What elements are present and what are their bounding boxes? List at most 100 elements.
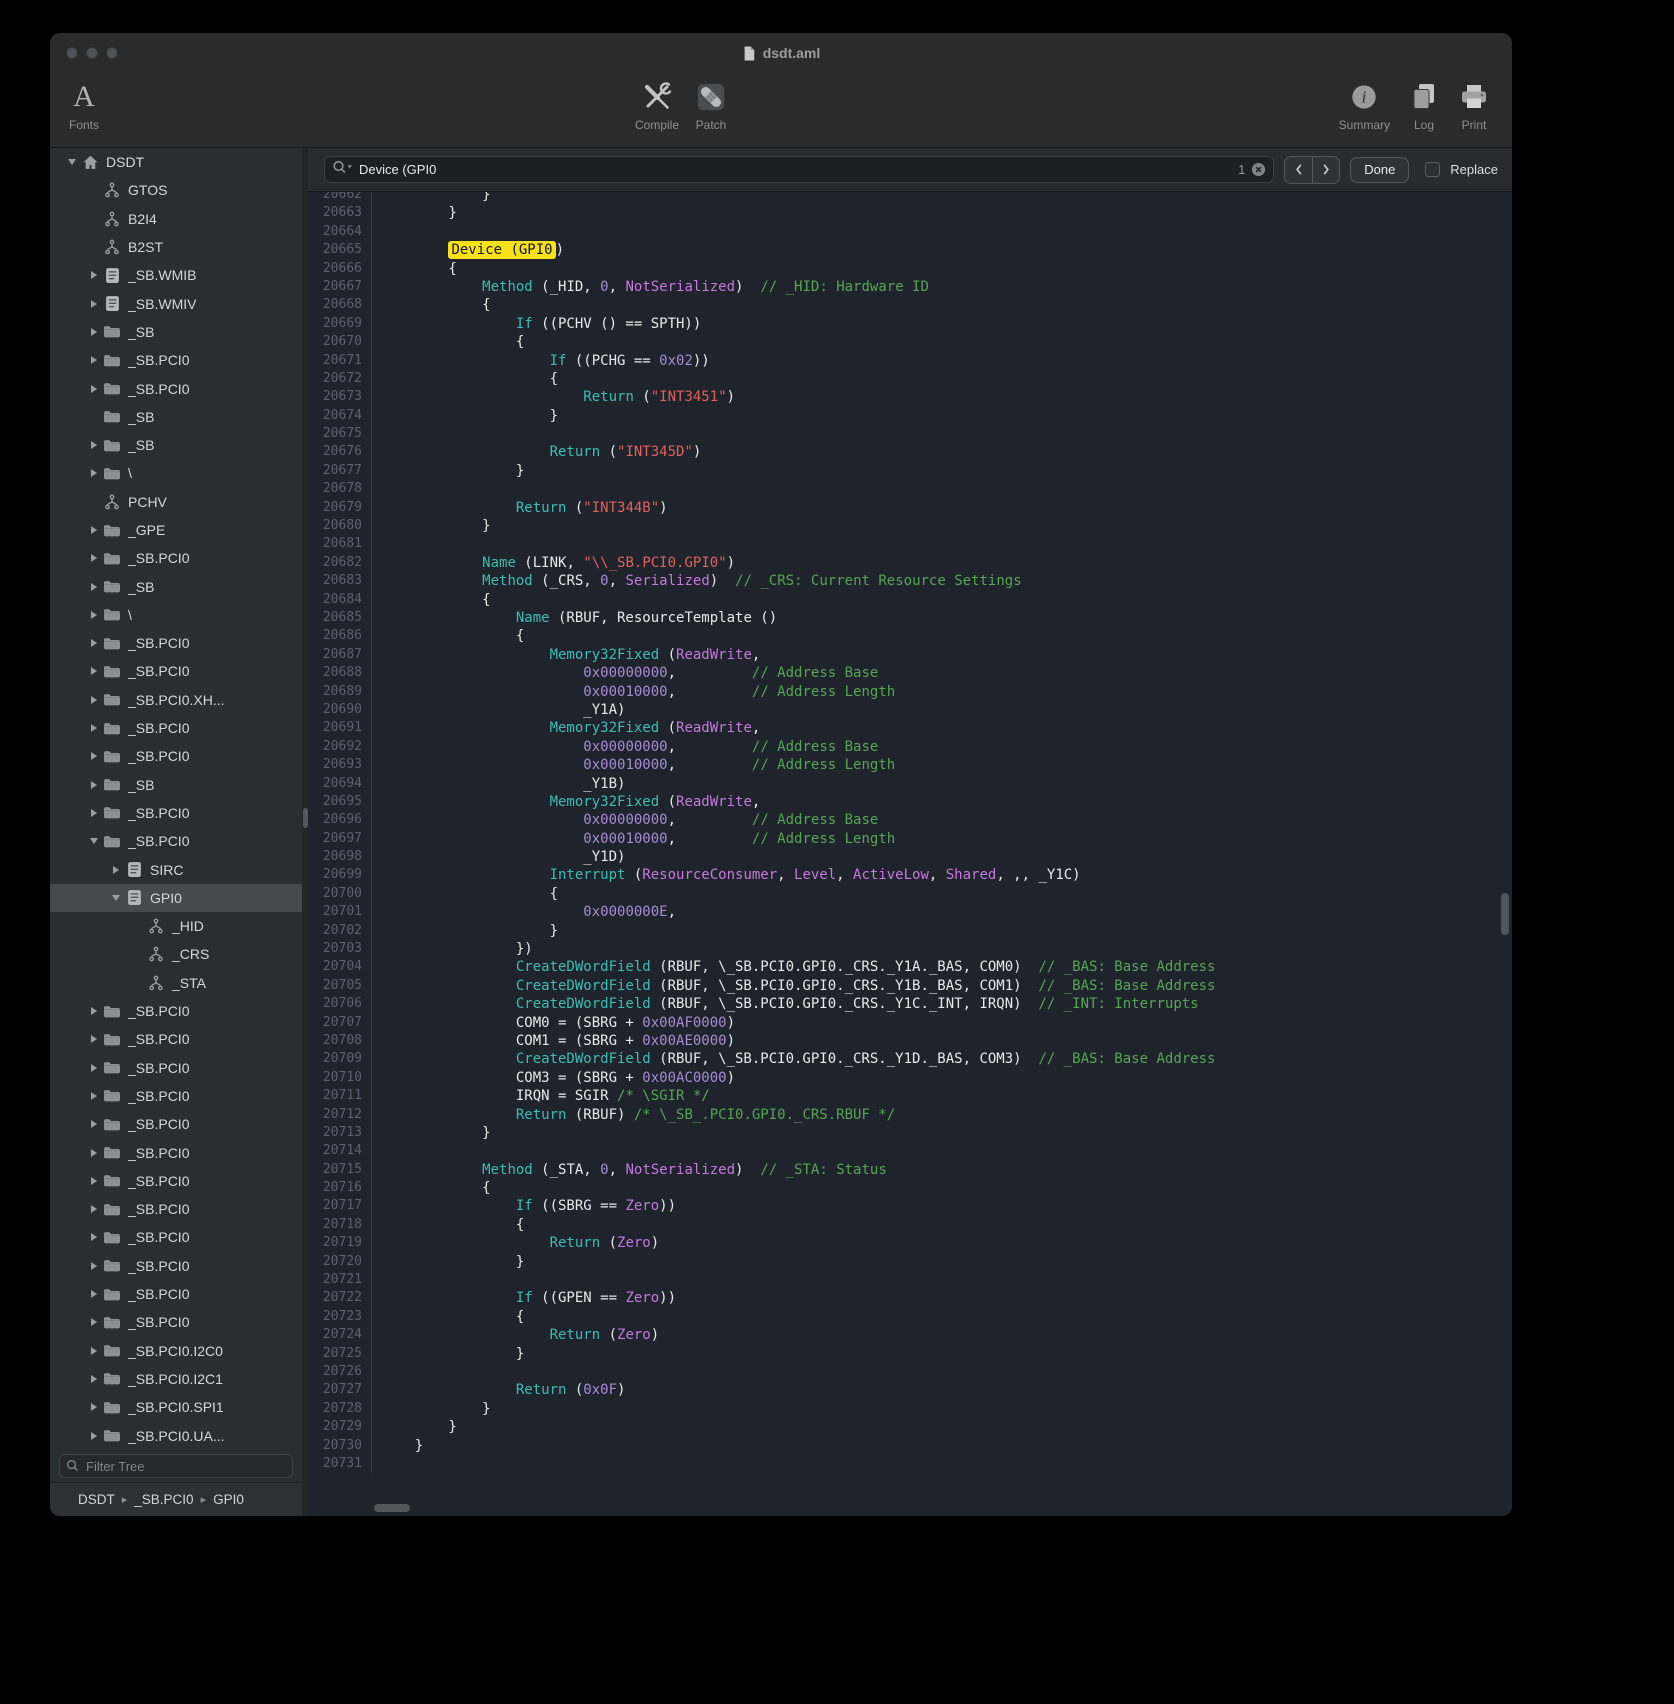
- sidebar-item-b2i4[interactable]: B2I4: [50, 205, 302, 233]
- chevron-right-icon[interactable]: [86, 583, 102, 591]
- sidebar-item-sirc[interactable]: SIRC: [50, 855, 302, 883]
- sidebar-item-sb-wmib[interactable]: _SB.WMIB: [50, 261, 302, 289]
- sidebar-item-crs[interactable]: _CRS: [50, 940, 302, 968]
- chevron-right-icon[interactable]: [86, 1064, 102, 1072]
- code-line[interactable]: 20705 CreateDWordField (RBUF, \_SB.PCI0.…: [308, 977, 1512, 995]
- code-line[interactable]: 20712 Return (RBUF) /* \_SB_.PCI0.GPI0._…: [308, 1106, 1512, 1124]
- code-line[interactable]: 20670 {: [308, 333, 1512, 351]
- sidebar-item-sb-pci0[interactable]: _SB.PCI0: [50, 714, 302, 742]
- chevron-right-icon[interactable]: [86, 1177, 102, 1185]
- code-line[interactable]: 20684 {: [308, 591, 1512, 609]
- log-button[interactable]: Log: [1408, 77, 1440, 132]
- find-input[interactable]: [359, 162, 1232, 177]
- code-line[interactable]: 20715 Method (_STA, 0, NotSerialized) //…: [308, 1161, 1512, 1179]
- find-previous-button[interactable]: [1285, 157, 1312, 183]
- code-line[interactable]: 20730 }: [308, 1437, 1512, 1455]
- chevron-right-icon[interactable]: [86, 441, 102, 449]
- sidebar-item-sb-pci0-ua[interactable]: _SB.PCI0.UA...: [50, 1421, 302, 1449]
- code-line[interactable]: 20691 Memory32Fixed (ReadWrite,: [308, 719, 1512, 737]
- chevron-right-icon[interactable]: [86, 639, 102, 647]
- chevron-right-icon[interactable]: [86, 1092, 102, 1100]
- code-line[interactable]: 20702 }: [308, 922, 1512, 940]
- sidebar-item-root[interactable]: \: [50, 459, 302, 487]
- code-line[interactable]: 20665 Device (GPI0): [308, 241, 1512, 259]
- code-line[interactable]: 20722 If ((GPEN == Zero)): [308, 1289, 1512, 1307]
- code-line[interactable]: 20677 }: [308, 462, 1512, 480]
- code-line[interactable]: 20696 0x00000000, // Address Base: [308, 811, 1512, 829]
- chevron-right-icon[interactable]: [86, 1347, 102, 1355]
- sidebar-item-sb[interactable]: _SB: [50, 403, 302, 431]
- chevron-down-icon[interactable]: [108, 895, 124, 901]
- code-line[interactable]: 20686 {: [308, 627, 1512, 645]
- code-line[interactable]: 20716 {: [308, 1179, 1512, 1197]
- code-line[interactable]: 20695 Memory32Fixed (ReadWrite,: [308, 793, 1512, 811]
- code-line[interactable]: 20667 Method (_HID, 0, NotSerialized) //…: [308, 278, 1512, 296]
- sidebar-item-sb-pci0-spi1[interactable]: _SB.PCI0.SPI1: [50, 1393, 302, 1421]
- sidebar-item-root[interactable]: \: [50, 601, 302, 629]
- sidebar-item-sb-pci0[interactable]: _SB.PCI0: [50, 1167, 302, 1195]
- chevron-right-icon[interactable]: [86, 1007, 102, 1015]
- sidebar-item-sb-pci0[interactable]: _SB.PCI0: [50, 1138, 302, 1166]
- chevron-right-icon[interactable]: [86, 554, 102, 562]
- code-line[interactable]: 20664: [308, 223, 1512, 241]
- sidebar-item-sb[interactable]: _SB: [50, 572, 302, 600]
- code-line[interactable]: 20709 CreateDWordField (RBUF, \_SB.PCI0.…: [308, 1050, 1512, 1068]
- sidebar-item-sb-pci0[interactable]: _SB.PCI0: [50, 544, 302, 572]
- code-line[interactable]: 20710 COM3 = (SBRG + 0x00AC0000): [308, 1069, 1512, 1087]
- sidebar-item-sb[interactable]: _SB: [50, 771, 302, 799]
- chevron-right-icon[interactable]: [86, 1375, 102, 1383]
- chevron-right-icon[interactable]: [86, 356, 102, 364]
- code-line[interactable]: 20687 Memory32Fixed (ReadWrite,: [308, 646, 1512, 664]
- done-button[interactable]: Done: [1350, 157, 1409, 183]
- chevron-right-icon[interactable]: [86, 385, 102, 393]
- sidebar-item-sb-pci0[interactable]: _SB.PCI0: [50, 1025, 302, 1053]
- chevron-right-icon[interactable]: [86, 328, 102, 336]
- code-line[interactable]: 20727 Return (0x0F): [308, 1381, 1512, 1399]
- code-line[interactable]: 20701 0x0000000E,: [308, 903, 1512, 921]
- code-line[interactable]: 20717 If ((SBRG == Zero)): [308, 1197, 1512, 1215]
- sidebar-item-sb-wmiv[interactable]: _SB.WMIV: [50, 289, 302, 317]
- sidebar-item-sb-pci0[interactable]: _SB.PCI0: [50, 346, 302, 374]
- sidebar-item-sb-pci0[interactable]: _SB.PCI0: [50, 629, 302, 657]
- code-line[interactable]: 20683 Method (_CRS, 0, Serialized) // _C…: [308, 572, 1512, 590]
- code-line[interactable]: 20666 {: [308, 260, 1512, 278]
- sidebar-item-sb-pci0[interactable]: _SB.PCI0: [50, 1308, 302, 1336]
- code-line[interactable]: 20699 Interrupt (ResourceConsumer, Level…: [308, 866, 1512, 884]
- chevron-right-icon[interactable]: [86, 781, 102, 789]
- chevron-right-icon[interactable]: [86, 1403, 102, 1411]
- code-line[interactable]: 20689 0x00010000, // Address Length: [308, 683, 1512, 701]
- code-line[interactable]: 20693 0x00010000, // Address Length: [308, 756, 1512, 774]
- chevron-right-icon[interactable]: [86, 809, 102, 817]
- find-field[interactable]: 1: [324, 156, 1274, 183]
- code-line[interactable]: 20669 If ((PCHV () == SPTH)): [308, 315, 1512, 333]
- code-line[interactable]: 20672 {: [308, 370, 1512, 388]
- chevron-right-icon[interactable]: [86, 1290, 102, 1298]
- chevron-right-icon[interactable]: [86, 1120, 102, 1128]
- fonts-button[interactable]: A Fonts: [56, 77, 112, 132]
- chevron-right-icon[interactable]: [86, 1205, 102, 1213]
- sidebar-item-gpi0[interactable]: GPI0: [50, 884, 302, 912]
- breadcrumb-item[interactable]: GPI0: [213, 1492, 244, 1507]
- chevron-down-icon[interactable]: [64, 159, 80, 165]
- code-line[interactable]: 20729 }: [308, 1418, 1512, 1436]
- sidebar-item-sb-pci0[interactable]: _SB.PCI0: [50, 799, 302, 827]
- sidebar-item-gpe[interactable]: _GPE: [50, 516, 302, 544]
- sidebar-item-sb-pci0[interactable]: _SB.PCI0: [50, 742, 302, 770]
- code-line[interactable]: 20673 Return ("INT3451"): [308, 388, 1512, 406]
- code-line[interactable]: 20706 CreateDWordField (RBUF, \_SB.PCI0.…: [308, 995, 1512, 1013]
- code-line[interactable]: 20723 {: [308, 1308, 1512, 1326]
- chevron-down-icon[interactable]: [86, 838, 102, 844]
- code-line[interactable]: 20714: [308, 1142, 1512, 1160]
- sidebar-item-sb-pci0[interactable]: _SB.PCI0: [50, 657, 302, 685]
- sidebar-item-sb-pci0[interactable]: _SB.PCI0: [50, 1195, 302, 1223]
- filter-tree-input[interactable]: [59, 1454, 293, 1478]
- clear-search-icon[interactable]: [1251, 162, 1266, 177]
- code-line[interactable]: 20668 {: [308, 296, 1512, 314]
- sidebar-item-sb-pci0-i2c0[interactable]: _SB.PCI0.I2C0: [50, 1336, 302, 1364]
- divider-knob-icon[interactable]: [303, 808, 308, 828]
- sidebar-item-pchv[interactable]: PCHV: [50, 488, 302, 516]
- code-line[interactable]: 20703 }): [308, 940, 1512, 958]
- code-editor[interactable]: 20662 }20663 }2066420665 Device (GPI0)20…: [308, 192, 1512, 1516]
- code-line[interactable]: 20731: [308, 1455, 1512, 1473]
- chevron-right-icon[interactable]: [86, 696, 102, 704]
